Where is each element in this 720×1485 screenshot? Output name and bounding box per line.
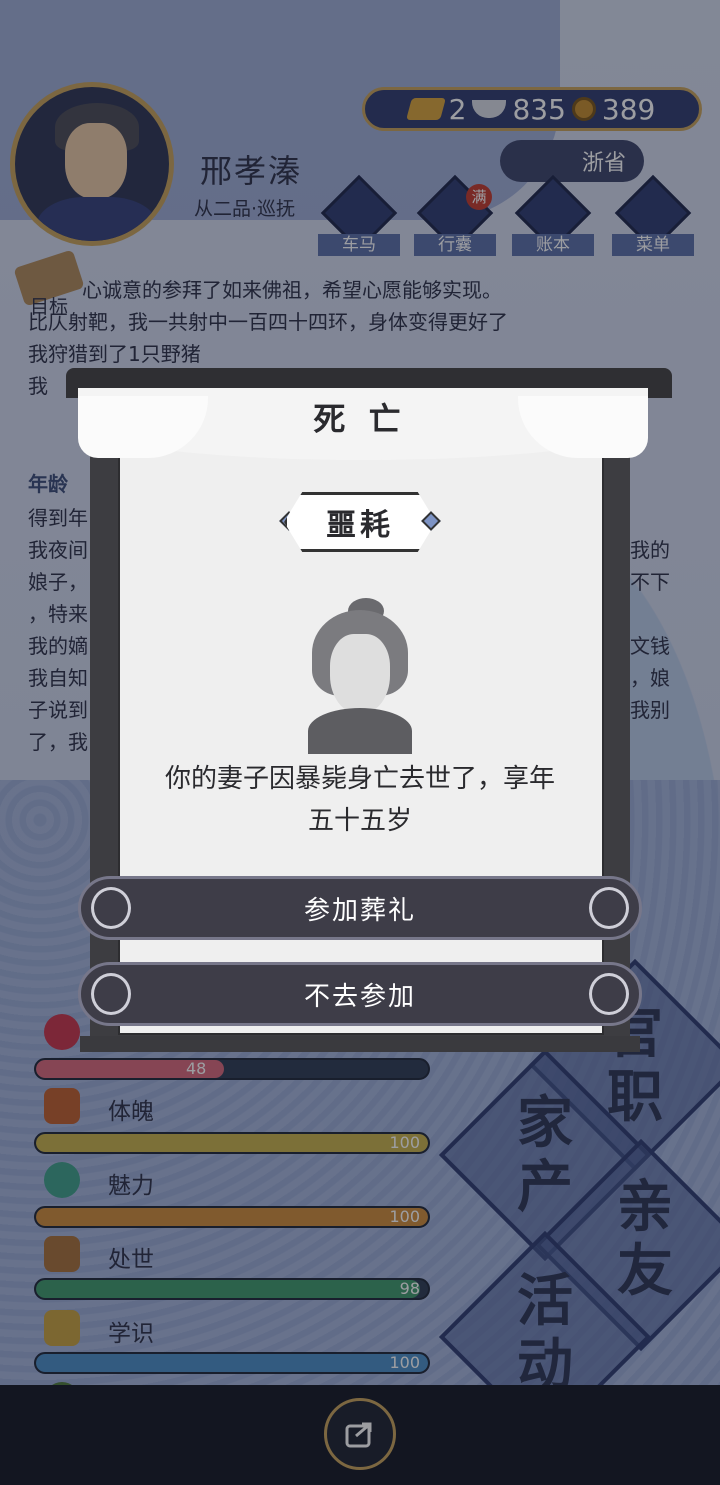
dialog-title: 死 亡	[313, 400, 407, 438]
cloud-ornament-icon	[91, 887, 131, 929]
wife-portrait	[308, 598, 412, 754]
cloud-ornament-icon	[589, 973, 629, 1015]
cloud-ornament-icon	[589, 887, 629, 929]
dialog-base	[80, 1036, 640, 1052]
attend-funeral-label: 参加葬礼	[303, 895, 416, 926]
bad-news-tag-label: 噩耗	[326, 508, 394, 543]
attend-funeral-button[interactable]: 参加葬礼	[78, 876, 642, 940]
portrait-face	[330, 634, 390, 714]
death-message: 你的妻子因暴毙身亡去世了，享年 五十五岁	[128, 758, 592, 842]
decline-funeral-label: 不去参加	[303, 981, 416, 1012]
death-message-line2: 五十五岁	[307, 806, 412, 836]
death-message-line1: 你的妻子因暴毙身亡去世了，享年	[164, 764, 555, 794]
bad-news-tag: 噩耗	[284, 492, 436, 552]
decline-funeral-button[interactable]: 不去参加	[78, 962, 642, 1026]
cloud-ornament-icon	[91, 973, 131, 1015]
portrait-body	[308, 708, 412, 754]
